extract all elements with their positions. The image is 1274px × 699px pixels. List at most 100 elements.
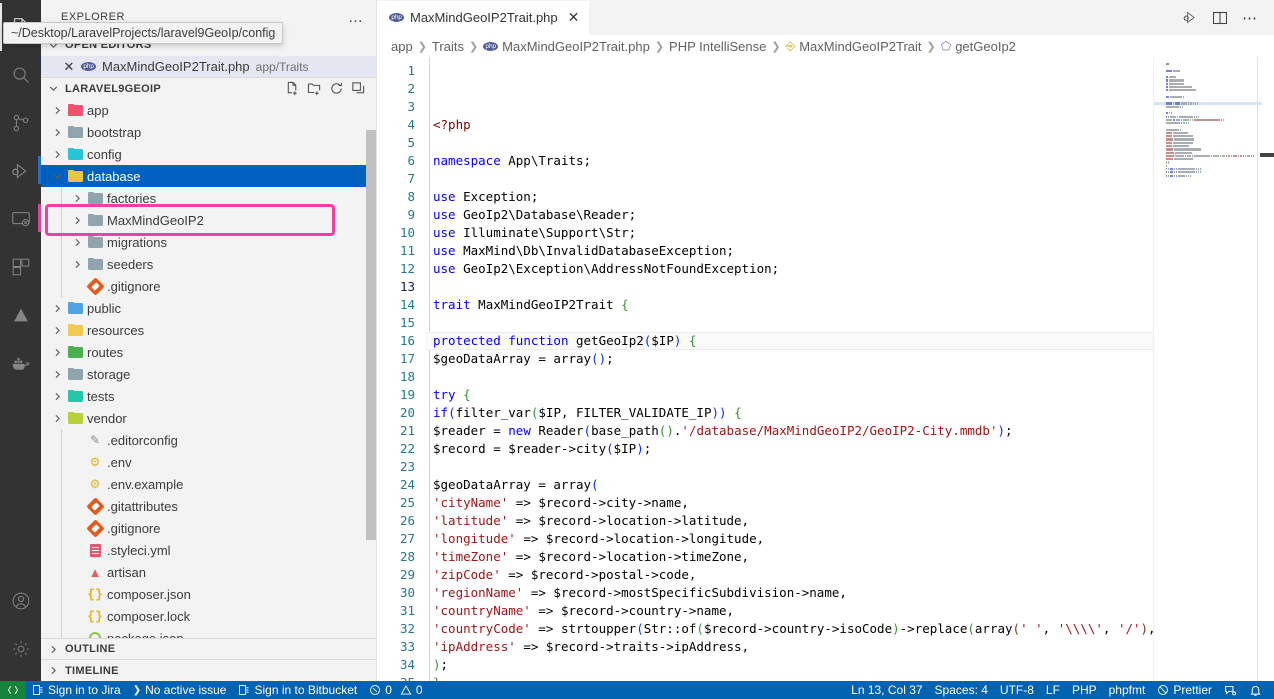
tree-file-.gitignore[interactable]: .gitignore xyxy=(41,517,376,539)
code-line[interactable]: try { xyxy=(425,386,1154,404)
tree-folder-storage[interactable]: storage xyxy=(41,363,376,385)
tree-folder-database[interactable]: database xyxy=(41,165,376,187)
tree-file-.editorconfig[interactable]: ✎ .editorconfig xyxy=(41,429,376,451)
code-line[interactable]: namespace App\Traits; xyxy=(425,152,1154,170)
code-line[interactable]: ); xyxy=(425,656,1154,674)
tree-folder-vendor[interactable]: vendor xyxy=(41,407,376,429)
code-line[interactable] xyxy=(425,458,1154,476)
code-line[interactable]: use Exception; xyxy=(425,188,1154,206)
code-line[interactable]: 'zipCode' => $record->postal->code, xyxy=(425,566,1154,584)
code-line[interactable] xyxy=(425,170,1154,188)
code-editor[interactable]: 1 2 3 4 5 6 7 8 9 10 11 12 13 14 15 16 17 18 19 20 21 22 23 24 2… xyxy=(377,57,1274,681)
timeline-section-header[interactable]: TIMELINE xyxy=(41,659,376,681)
tree-folder-public[interactable]: public xyxy=(41,297,376,319)
tree-folder-maxmindgeoip2[interactable]: MaxMindGeoIP2 xyxy=(41,209,376,231)
run-and-debug-icon[interactable] xyxy=(0,147,41,195)
breadcrumb-item-trait-symbol[interactable]: ⎆ MaxMindGeoIP2Trait xyxy=(786,39,922,54)
editor-position[interactable]: Ln 13, Col 37 xyxy=(845,681,928,699)
code-line[interactable]: $reader = new Reader(base_path().'/datab… xyxy=(425,422,1154,440)
code-line[interactable]: 'latitude' => $record->location->latitud… xyxy=(425,512,1154,530)
open-editor-item[interactable]: ✕ php MaxMindGeoIP2Trait.php app/Traits xyxy=(41,55,376,78)
encoding[interactable]: UTF-8 xyxy=(994,681,1040,699)
close-icon[interactable]: ✕ xyxy=(568,9,580,26)
code-line[interactable]: 'ipAddress' => $record->traits->ipAddres… xyxy=(425,638,1154,656)
remote-indicator[interactable] xyxy=(0,681,26,699)
tree-folder-seeders[interactable]: seeders xyxy=(41,253,376,275)
new-folder-icon[interactable] xyxy=(304,79,324,99)
feedback-button[interactable] xyxy=(1218,681,1243,699)
tree-folder-app[interactable]: app xyxy=(41,99,376,121)
source-control-icon[interactable] xyxy=(0,99,41,147)
code-line[interactable]: } xyxy=(425,674,1154,681)
tree-file-.env.example[interactable]: ⚙ .env.example xyxy=(41,473,376,495)
minimap[interactable] xyxy=(1154,57,1274,681)
prettier-status[interactable]: Prettier xyxy=(1151,681,1218,699)
tree-file-.styleci.yml[interactable]: .styleci.yml xyxy=(41,539,376,561)
code-line[interactable]: 'countryCode' => strtoupper(Str::of($rec… xyxy=(425,620,1154,638)
code-line[interactable]: use Illuminate\Support\Str; xyxy=(425,224,1154,242)
tree-folder-config[interactable]: config xyxy=(41,143,376,165)
collapse-all-icon[interactable] xyxy=(348,79,368,99)
sidebar-more-actions-icon[interactable]: … xyxy=(344,9,368,26)
tree-file-composer.lock[interactable]: {} composer.lock xyxy=(41,605,376,627)
settings-gear-icon[interactable] xyxy=(0,625,41,673)
close-icon[interactable]: ✕ xyxy=(63,59,75,75)
code-line[interactable]: protected function getGeoIp2($IP) { xyxy=(425,332,1154,350)
tree-folder-routes[interactable]: routes xyxy=(41,341,376,363)
new-file-icon[interactable] xyxy=(282,79,302,99)
search-icon[interactable] xyxy=(0,51,41,99)
code-line[interactable]: use GeoIp2\Exception\AddressNotFoundExce… xyxy=(425,260,1154,278)
code-line[interactable] xyxy=(425,134,1154,152)
breadcrumb-item-file[interactable]: php MaxMindGeoIP2Trait.php xyxy=(483,39,650,54)
problems[interactable]: 0 0 xyxy=(363,681,428,699)
tree-file-.gitattributes[interactable]: .gitattributes xyxy=(41,495,376,517)
code-line[interactable]: <?php xyxy=(425,116,1154,134)
refresh-icon[interactable] xyxy=(326,79,346,99)
tab-maxmindgeoip2trait-php[interactable]: php MaxMindGeoIP2Trait.php ✕ xyxy=(377,0,591,35)
workspace-section-header[interactable]: LARAVEL9GEOIP xyxy=(41,77,376,99)
tree-file-artisan[interactable]: ▲ artisan xyxy=(41,561,376,583)
tree-folder-tests[interactable]: tests xyxy=(41,385,376,407)
code-line[interactable]: 'regionName' => $record->mostSpecificSub… xyxy=(425,584,1154,602)
code-line[interactable]: 'longitude' => $record->location->longit… xyxy=(425,530,1154,548)
code-line[interactable]: $record = $reader->city($IP); xyxy=(425,440,1154,458)
run-php-icon[interactable] xyxy=(1176,0,1204,35)
tree-file-package.json[interactable]: package.json xyxy=(41,627,376,638)
tree-folder-migrations[interactable]: migrations xyxy=(41,231,376,253)
eol[interactable]: LF xyxy=(1040,681,1066,699)
tree-file-.env[interactable]: ⚙ .env xyxy=(41,451,376,473)
sidebar-scrollbar[interactable] xyxy=(366,130,376,540)
code-line[interactable]: use MaxMind\Db\InvalidDatabaseException; xyxy=(425,242,1154,260)
editor-scrollbar[interactable] xyxy=(1260,153,1274,157)
code-line[interactable]: 'cityName' => $record->city->name, xyxy=(425,494,1154,512)
code-line[interactable]: $geoDataArray = array( xyxy=(425,476,1154,494)
active-issue[interactable]: ❯ No active issue xyxy=(127,681,233,699)
extensions-icon[interactable] xyxy=(0,243,41,291)
code-line[interactable] xyxy=(425,278,1154,296)
code-line[interactable]: $geoDataArray = array(); xyxy=(425,350,1154,368)
indentation[interactable]: Spaces: 4 xyxy=(929,681,994,699)
jira-status[interactable]: Sign in to Jira xyxy=(26,681,127,699)
breadcrumb-item-method-symbol[interactable]: ⬠ getGeoIp2 xyxy=(941,39,1016,54)
code-line[interactable]: if(filter_var($IP, FILTER_VALIDATE_IP)) … xyxy=(425,404,1154,422)
remote-explorer-icon[interactable] xyxy=(0,195,41,243)
language-mode[interactable]: PHP xyxy=(1066,681,1103,699)
split-editor-icon[interactable] xyxy=(1206,0,1234,35)
bitbucket-status[interactable]: Sign in to Bitbucket xyxy=(232,681,363,699)
atlassian-icon[interactable] xyxy=(0,291,41,339)
more-actions-icon[interactable]: ⋯ xyxy=(1236,0,1264,35)
tree-file-composer.json[interactable]: {} composer.json xyxy=(41,583,376,605)
outline-section-header[interactable]: OUTLINE xyxy=(41,637,376,660)
notifications-button[interactable] xyxy=(1243,681,1268,699)
code-line[interactable]: use GeoIp2\Database\Reader; xyxy=(425,206,1154,224)
breadcrumb-item-app[interactable]: app xyxy=(391,39,413,54)
tree-file-.gitignore[interactable]: .gitignore xyxy=(41,275,376,297)
code-line[interactable] xyxy=(425,314,1154,332)
code-line[interactable]: 'timeZone' => $record->location->timeZon… xyxy=(425,548,1154,566)
docker-icon[interactable] xyxy=(0,339,41,387)
tree-folder-resources[interactable]: resources xyxy=(41,319,376,341)
tree-folder-bootstrap[interactable]: bootstrap xyxy=(41,121,376,143)
code-content[interactable]: <?php namespace App\Traits; use Exceptio… xyxy=(425,57,1154,681)
phpfmt-status[interactable]: phpfmt xyxy=(1103,681,1152,699)
code-line[interactable]: 'countryName' => $record->country->name, xyxy=(425,602,1154,620)
